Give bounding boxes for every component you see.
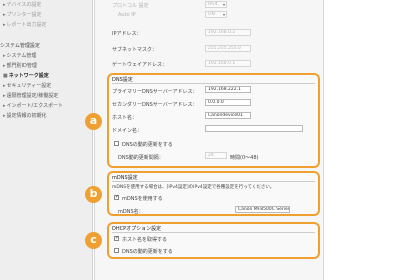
secondary-dns-field[interactable]: 0.0.0.0 — [205, 99, 251, 106]
domain-name-label: ドメイン名： — [112, 128, 143, 134]
sidebar-item-reset-settings[interactable]: ▸設定情報の初期化 — [3, 113, 47, 120]
section-divider — [112, 232, 315, 233]
sidebar-item-label: セキュリティー設定 — [6, 83, 52, 89]
gateway-address-field[interactable]: 192.168.0.1 — [205, 60, 251, 67]
section-divider — [112, 83, 315, 84]
protocol-label: プロトコル 設定 — [112, 3, 149, 9]
mdns-name-field[interactable]: Canon MF8500C Series — [235, 206, 290, 213]
callout-badge-a: a — [85, 113, 102, 130]
mdns-section-title: mDNS設定 — [112, 175, 138, 181]
sidebar-item-department-id[interactable]: ▸部門別ID管理 — [3, 63, 37, 70]
sidebar-item-remote-management[interactable]: ▸遠隔管理設定/稼働設定 — [3, 93, 58, 100]
sidebar-item-system-management[interactable]: ▸システム管理 — [3, 53, 36, 60]
mdns-use-checkbox[interactable] — [114, 194, 119, 200]
dns-dynamic-update-checkbox[interactable] — [114, 141, 119, 146]
sidebar-item-network-settings[interactable]: ■ネットワーク設定 — [3, 73, 49, 80]
dhcp-host-name-checkbox[interactable] — [114, 235, 119, 241]
protocol-select[interactable]: IPv4 ▾ — [205, 1, 227, 8]
sidebar-item-device-settings[interactable]: ▸デバイスの設定 — [3, 2, 41, 9]
auto-ip-select[interactable]: ON ▾ — [205, 11, 227, 18]
ip-address-label: IPアドレス： — [112, 31, 142, 37]
sidebar-item-printer-settings[interactable]: ▸プリンター設定 — [3, 12, 42, 19]
secondary-dns-label: セカンダリーDNSサーバーアドレス： — [112, 102, 198, 108]
sidebar-section-heading: システム管理設定 — [0, 43, 40, 49]
sidebar-item-report-settings[interactable]: ▸レポート出力設定 — [3, 22, 47, 29]
right-blank-area — [325, 0, 400, 280]
sidebar-item-import-export[interactable]: ▸インポート/エクスポート — [3, 103, 63, 110]
dns-dynamic-update-label: DNSの動的更新をする — [122, 142, 173, 148]
auto-ip-value: ON — [208, 12, 215, 17]
dhcp-section-title: DHCPオプション設定 — [112, 226, 162, 232]
dhcp-dns-update-label: DNSの動的更新をする — [122, 249, 173, 255]
dns-update-interval-label: DNS動的更新間隔： — [118, 155, 164, 161]
chevron-down-icon: ▾ — [222, 12, 225, 17]
auto-ip-label: Auto IP — [118, 12, 136, 18]
chevron-down-icon: ▾ — [222, 2, 225, 7]
dns-update-interval-unit: 時間(0～48) — [230, 155, 259, 161]
host-name-label: ホスト名： — [112, 115, 138, 121]
gateway-address-label: ゲートウェイアドレス： — [112, 62, 168, 68]
subnet-mask-label: サブネットマスク： — [112, 47, 158, 53]
sidebar-item-label: レポート出力設定 — [6, 22, 47, 28]
sidebar: ▸デバイスの設定 ▸プリンター設定 ▸レポート出力設定 システム管理設定 ▸シス… — [0, 0, 93, 280]
callout-badge-c: c — [85, 232, 102, 249]
ip-address-field[interactable]: 192.168.0.2 — [205, 29, 251, 36]
domain-name-field[interactable] — [205, 125, 303, 132]
callout-badge-b: b — [85, 186, 102, 203]
primary-dns-field[interactable]: 192.168.222.1 — [205, 86, 251, 93]
dns-update-interval-field[interactable]: 24 — [205, 152, 227, 159]
mdns-name-label: mDNS名： — [118, 209, 144, 215]
sidebar-item-label: ネットワーク設定 — [8, 73, 49, 79]
sidebar-item-label: プリンター設定 — [6, 12, 42, 18]
dhcp-dns-update-checkbox[interactable] — [114, 248, 119, 253]
sidebar-item-label: 部門別ID管理 — [6, 63, 37, 69]
sidebar-item-label: デバイスの設定 — [6, 2, 42, 8]
dns-section-title: DNS設定 — [112, 77, 133, 83]
protocol-value: IPv4 — [208, 2, 218, 7]
dhcp-host-name-label: ホスト名を取得する — [122, 237, 168, 243]
host-name-field[interactable]: Canondevice01 — [205, 112, 251, 119]
sidebar-item-security-settings[interactable]: ▸セキュリティー設定 — [3, 83, 51, 90]
mdns-use-label: mDNSを使用する — [122, 196, 163, 202]
sidebar-item-label: システム管理 — [6, 53, 37, 59]
mdns-note: mDNSを使用する場合は、[IPv4設定]のIPv4設定で各種設定を行ってくださ… — [112, 185, 275, 190]
primary-dns-label: プライマリーDNSサーバーアドレス： — [112, 89, 198, 95]
subnet-mask-field[interactable]: 255.255.255.0 — [205, 45, 251, 52]
sidebar-item-label: 設定情報の初期化 — [6, 113, 47, 119]
sidebar-item-label: 遠隔管理設定/稼働設定 — [6, 93, 59, 99]
sidebar-item-label: インポート/エクスポート — [6, 103, 64, 109]
section-divider — [112, 181, 315, 182]
